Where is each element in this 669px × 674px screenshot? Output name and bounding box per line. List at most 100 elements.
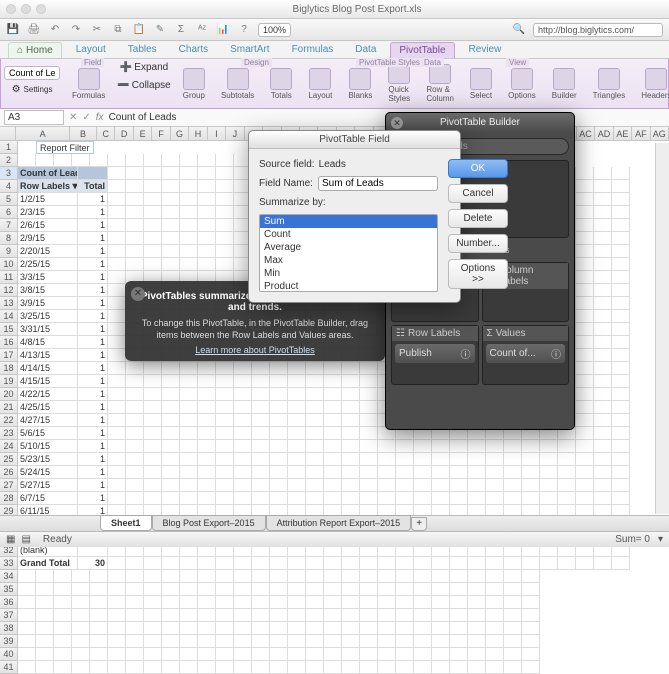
pt-date-cell[interactable]: 3/8/15 <box>18 284 78 297</box>
cancel-formula-icon[interactable]: ✕ <box>69 112 77 123</box>
pt-date-cell[interactable]: 4/25/15 <box>18 401 78 414</box>
pt-value-cell[interactable]: 1 <box>78 310 108 323</box>
pt-date-cell[interactable]: 5/10/15 <box>18 440 78 453</box>
tip-link[interactable]: Learn more about PivotTables <box>139 345 371 355</box>
pt-date-cell[interactable]: 4/13/15 <box>18 349 78 362</box>
quick-styles-button[interactable]: Quick Styles <box>384 62 414 105</box>
pt-date-cell[interactable]: 4/15/15 <box>18 375 78 388</box>
pt-date-cell[interactable]: 2/3/15 <box>18 206 78 219</box>
pt-value-cell[interactable]: 1 <box>78 362 108 375</box>
pt-value-cell[interactable]: 1 <box>78 453 108 466</box>
minimize-icon[interactable] <box>21 4 31 14</box>
summarize-option[interactable]: Max <box>260 254 437 267</box>
pt-date-cell[interactable]: 3/25/15 <box>18 310 78 323</box>
sort-icon[interactable]: ᴬᶻ <box>195 23 209 37</box>
save-icon[interactable]: 💾 <box>6 23 20 37</box>
field-name-input[interactable] <box>318 176 438 191</box>
headers-button[interactable]: Headers <box>637 62 669 105</box>
pt-grand-total-label[interactable]: Grand Total <box>18 557 78 570</box>
pt-value-cell[interactable]: 1 <box>78 336 108 349</box>
summarize-listbox[interactable]: SumCountAverageMaxMinProductCount Number… <box>259 214 438 292</box>
report-filter-cell[interactable]: Report Filter <box>36 141 94 154</box>
summarize-option[interactable]: Min <box>260 267 437 280</box>
pt-value-cell[interactable]: 1 <box>78 401 108 414</box>
tab-smartart[interactable]: SmartArt <box>222 42 277 57</box>
pt-value-cell[interactable]: 1 <box>78 414 108 427</box>
totals-button[interactable]: Totals <box>266 62 296 105</box>
active-field[interactable] <box>4 66 60 80</box>
pt-date-cell[interactable]: 5/24/15 <box>18 466 78 479</box>
view-layout-icon[interactable]: ▤ <box>21 534 30 545</box>
pt-date-cell[interactable]: 5/6/15 <box>18 427 78 440</box>
pt-value-cell[interactable]: 1 <box>78 206 108 219</box>
pt-date-cell[interactable]: 4/27/15 <box>18 414 78 427</box>
pt-date-cell[interactable]: 3/31/15 <box>18 323 78 336</box>
formulas-button[interactable]: Formulas <box>68 62 109 105</box>
summarize-option[interactable]: Sum <box>260 215 437 228</box>
tab-data[interactable]: Data <box>347 42 384 57</box>
subtotals-button[interactable]: Subtotals <box>217 62 258 105</box>
search-icon[interactable]: 🔍 <box>512 23 526 37</box>
select-button[interactable]: Select <box>466 62 496 105</box>
sheet-tab[interactable]: Blog Post Export–2015 <box>152 515 266 531</box>
print-icon[interactable]: 🖨 <box>27 23 41 37</box>
pt-date-cell[interactable]: 4/14/15 <box>18 362 78 375</box>
delete-button[interactable]: Delete <box>448 209 508 228</box>
dropdown-icon[interactable]: ▾ <box>73 181 78 192</box>
group-button[interactable]: Group <box>179 62 209 105</box>
pt-date-cell[interactable]: 2/20/15 <box>18 245 78 258</box>
pt-row-labels[interactable]: Row Labels ▾ <box>18 180 78 193</box>
tab-layout[interactable]: Layout <box>68 42 114 57</box>
url-field[interactable]: http://blog.biglytics.com/ <box>533 23 663 37</box>
cut-icon[interactable]: ✂ <box>90 23 104 37</box>
close-icon[interactable]: ✕ <box>391 117 403 129</box>
pt-value-cell[interactable]: 1 <box>78 219 108 232</box>
pt-value-cell[interactable]: 1 <box>78 427 108 440</box>
formula-content[interactable]: Count of Leads <box>109 112 177 123</box>
tab-review[interactable]: Review <box>461 42 510 57</box>
pt-value-cell[interactable]: 1 <box>78 388 108 401</box>
zoom-icon[interactable] <box>36 4 46 14</box>
triangles-button[interactable]: Triangles <box>589 62 630 105</box>
pt-value-cell[interactable]: 1 <box>78 466 108 479</box>
vertical-scrollbar[interactable] <box>655 143 669 514</box>
pt-value-cell[interactable]: 1 <box>78 440 108 453</box>
pt-value-cell[interactable]: 1 <box>78 375 108 388</box>
pt-value-cell[interactable]: 1 <box>78 323 108 336</box>
pt-date-cell[interactable]: 3/3/15 <box>18 271 78 284</box>
close-icon[interactable] <box>6 4 16 14</box>
paste-icon[interactable]: 📋 <box>132 23 146 37</box>
ok-button[interactable]: OK <box>448 159 508 178</box>
tab-formulas[interactable]: Formulas <box>284 42 342 57</box>
pt-value-cell[interactable]: 1 <box>78 258 108 271</box>
summarize-option[interactable]: Count <box>260 228 437 241</box>
zoom-field[interactable]: 100% <box>258 23 291 37</box>
expand-button[interactable]: ➕Expand <box>120 62 168 73</box>
pt-date-cell[interactable]: 2/6/15 <box>18 219 78 232</box>
format-icon[interactable]: ✎ <box>153 23 167 37</box>
quadrant-rows[interactable]: ☷Row LabelsPublishⓘ <box>391 325 479 385</box>
confirm-formula-icon[interactable]: ✓ <box>82 112 90 123</box>
copy-icon[interactable]: ⧉ <box>111 23 125 37</box>
pt-value-cell[interactable]: 1 <box>78 245 108 258</box>
view-normal-icon[interactable]: ▦ <box>6 534 15 545</box>
help-icon[interactable]: ? <box>237 23 251 37</box>
tab-pivottable[interactable]: PivotTable <box>390 42 454 58</box>
pt-value-cell[interactable]: 1 <box>78 349 108 362</box>
sum-icon[interactable]: Σ <box>174 23 188 37</box>
name-box[interactable]: A3 <box>4 110 64 125</box>
pt-date-cell[interactable]: 5/23/15 <box>18 453 78 466</box>
cancel-button[interactable]: Cancel <box>448 184 508 203</box>
pt-value-cell[interactable]: 1 <box>78 479 108 492</box>
sheet-tab[interactable]: Sheet1 <box>100 515 152 531</box>
pt-value-cell[interactable]: 1 <box>78 271 108 284</box>
tab-charts[interactable]: Charts <box>171 42 216 57</box>
field-settings[interactable]: Settings <box>24 85 53 94</box>
sheet-tab[interactable]: Attribution Report Export–2015 <box>266 515 412 531</box>
pt-value-cell[interactable]: 1 <box>78 232 108 245</box>
summarize-option[interactable]: Product <box>260 280 437 292</box>
summarize-option[interactable]: Average <box>260 241 437 254</box>
tab-tables[interactable]: Tables <box>120 42 165 57</box>
pt-value-cell[interactable]: 1 <box>78 284 108 297</box>
builder-button[interactable]: Builder <box>548 62 581 105</box>
